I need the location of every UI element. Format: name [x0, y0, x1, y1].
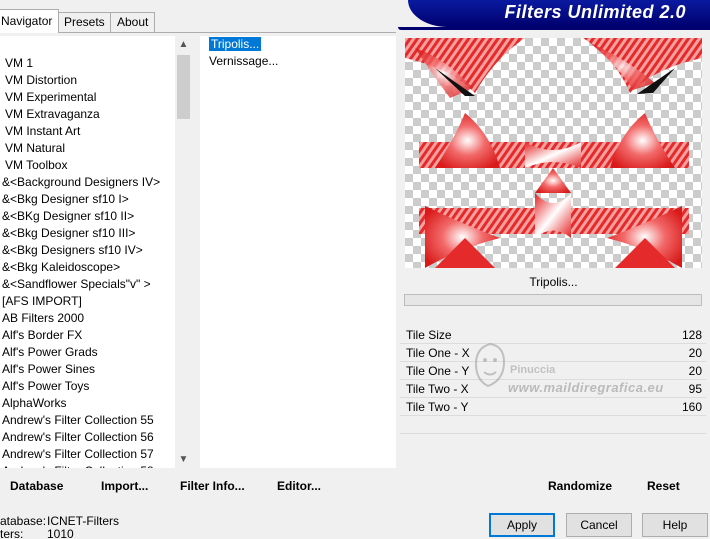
- app-logo: Filters Unlimited 2.0: [408, 0, 710, 27]
- category-item[interactable]: VM Experimental: [0, 89, 192, 106]
- category-item[interactable]: Alf's Power Grads: [0, 344, 192, 361]
- param-label: Tile One - X: [406, 346, 470, 360]
- tab-navigator[interactable]: Navigator: [0, 9, 60, 33]
- tab-divider: [0, 32, 396, 33]
- filter-item-vernissage[interactable]: Vernissage...: [200, 53, 396, 70]
- category-item[interactable]: &<Bkg Designer sf10 III>: [0, 225, 192, 242]
- filter-item-label: Tripolis...: [207, 36, 263, 52]
- filter-item-label: Vernissage...: [209, 54, 279, 68]
- scrollbar-thumb[interactable]: [177, 55, 190, 119]
- category-item[interactable]: Alf's Power Toys: [0, 378, 192, 395]
- category-item[interactable]: Alf's Power Sines: [0, 361, 192, 378]
- category-item[interactable]: &<Background Designers IV>: [0, 174, 192, 191]
- editor-button[interactable]: Editor...: [277, 477, 321, 495]
- category-item[interactable]: VM Distortion: [0, 72, 192, 89]
- category-item[interactable]: VM Toolbox: [0, 157, 192, 174]
- category-item[interactable]: &<Bkg Designer sf10 I>: [0, 191, 192, 208]
- logo-underline: [398, 27, 710, 30]
- category-items: VM 1 VM Distortion VM Experimental VM Extra…: [0, 55, 192, 468]
- category-list[interactable]: VM 1 VM Distortion VM Experimental VM Extra…: [0, 36, 192, 468]
- category-item[interactable]: Andrew's Filter Collection 56: [0, 429, 192, 446]
- category-scrollbar[interactable]: ▲ ▼: [175, 36, 192, 468]
- preview-image: [405, 38, 702, 268]
- tab-presets[interactable]: Presets: [57, 12, 112, 32]
- category-item[interactable]: Alf's Border FX: [0, 327, 192, 344]
- filter-item-tripolis[interactable]: Tripolis...: [200, 36, 396, 53]
- randomize-button[interactable]: Randomize: [548, 477, 612, 495]
- category-item[interactable]: VM 1: [0, 55, 192, 72]
- category-item[interactable]: VM Extravaganza: [0, 106, 192, 123]
- apply-button[interactable]: Apply: [489, 513, 555, 537]
- category-item[interactable]: &<BKg Designer sf10 II>: [0, 208, 192, 225]
- database-button[interactable]: Database: [10, 477, 63, 495]
- chevron-up-icon[interactable]: ▲: [175, 36, 192, 53]
- database-label: atabase:: [0, 514, 47, 528]
- progress-bar: [404, 294, 702, 306]
- filter-list[interactable]: Tripolis... Vernissage...: [200, 36, 396, 468]
- category-item[interactable]: AlphaWorks: [0, 395, 192, 412]
- cancel-button[interactable]: Cancel: [566, 513, 632, 537]
- category-item[interactable]: &<Bkg Designers sf10 IV>: [0, 242, 192, 259]
- category-item[interactable]: Andrew's Filter Collection 58: [0, 463, 192, 468]
- category-item[interactable]: &<Sandflower Specials"v" >: [0, 276, 192, 293]
- tab-bar: Navigator Presets About: [0, 0, 400, 33]
- filters-count-label: ters:: [0, 527, 24, 539]
- watermark-name: Pinuccia: [510, 364, 556, 376]
- category-item[interactable]: Andrew's Filter Collection 55: [0, 412, 192, 429]
- database-value: ICNET-Filters: [47, 514, 119, 528]
- param-label: Tile Two - X: [406, 382, 469, 396]
- category-item[interactable]: VM Instant Art: [0, 123, 192, 140]
- preview-pattern: [405, 38, 702, 268]
- param-row-empty: [400, 416, 706, 434]
- chevron-down-icon[interactable]: ▼: [175, 451, 192, 468]
- category-item[interactable]: AB Filters 2000: [0, 310, 192, 327]
- import-button[interactable]: Import...: [101, 477, 148, 495]
- tab-about[interactable]: About: [110, 12, 156, 32]
- filters-count-value: 1010: [47, 527, 74, 539]
- reset-button[interactable]: Reset: [647, 477, 680, 495]
- param-label: Tile Two - Y: [406, 400, 469, 414]
- category-item[interactable]: Andrew's Filter Collection 57: [0, 446, 192, 463]
- watermark-face-icon: [474, 342, 506, 388]
- param-label: Tile Size: [406, 328, 452, 342]
- category-item[interactable]: [AFS IMPORT]: [0, 293, 192, 310]
- watermark-url: www.maildiregrafica.eu: [508, 380, 664, 395]
- category-item[interactable]: VM Natural: [0, 140, 192, 157]
- help-button[interactable]: Help: [642, 513, 708, 537]
- category-item[interactable]: &<Bkg Kaleidoscope>: [0, 259, 192, 276]
- preview-filter-name: Tripolis...: [405, 272, 702, 292]
- param-label: Tile One - Y: [406, 364, 470, 378]
- watermark: Pinuccia www.maildiregrafica.eu: [470, 340, 700, 402]
- filter-info-button[interactable]: Filter Info...: [180, 477, 245, 495]
